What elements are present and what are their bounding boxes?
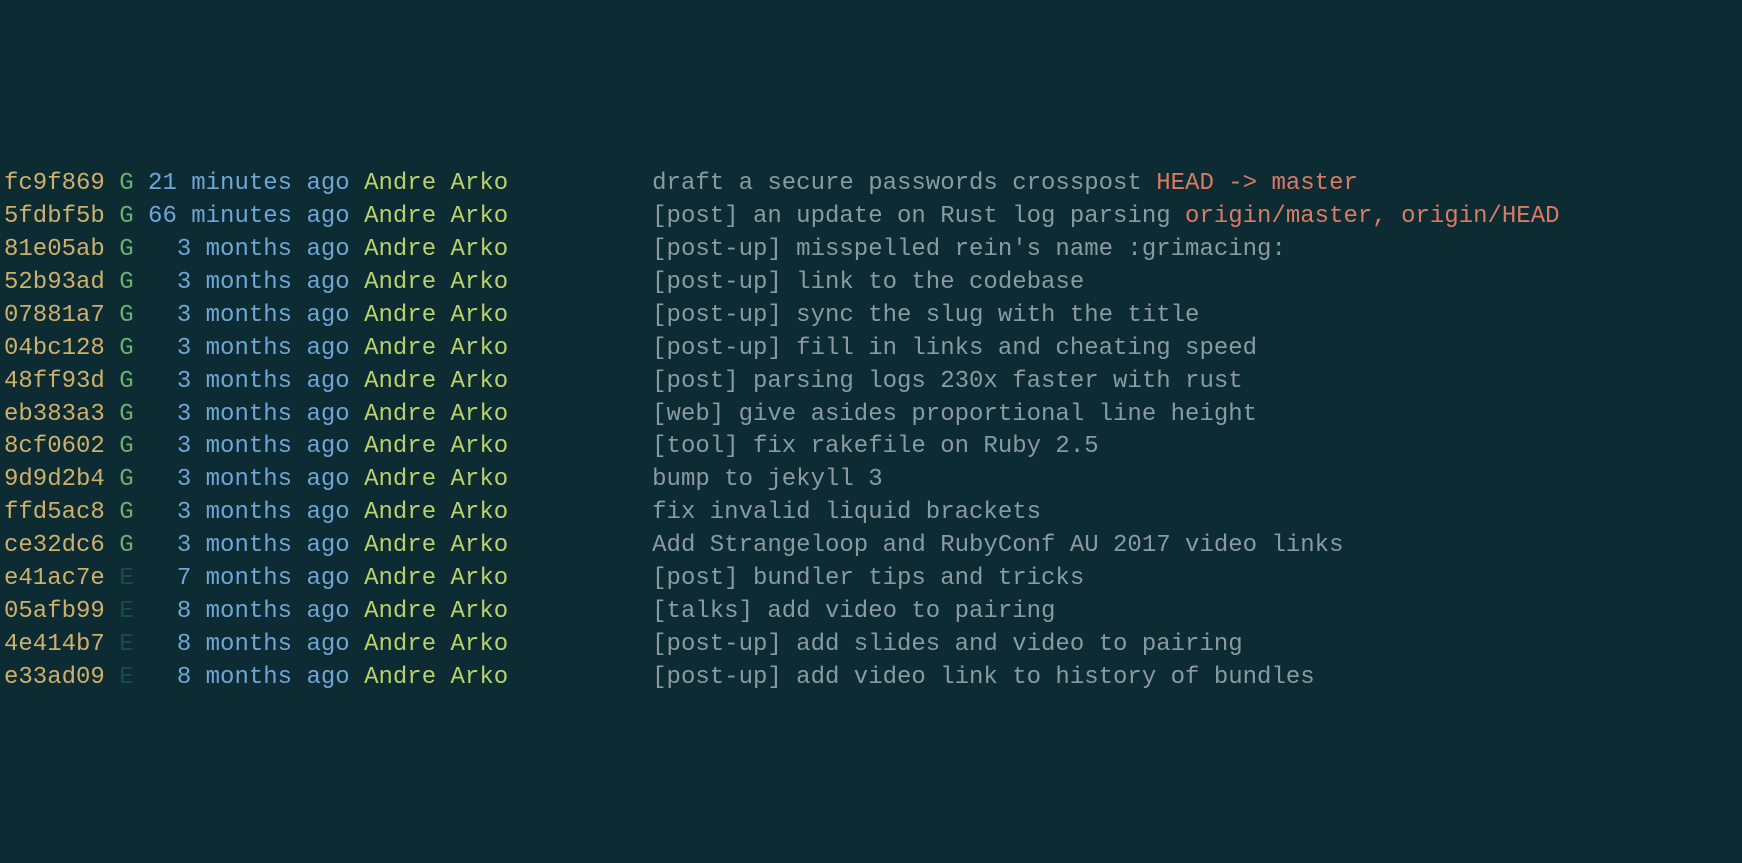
- commit-author: Andre Arko: [364, 170, 508, 197]
- commit-row: 52b93ad G 3 months ago Andre Arko [post-…: [4, 267, 1738, 300]
- commit-hash: ce32dc6: [4, 532, 105, 559]
- commit-message: bump to jekyll 3: [652, 466, 882, 493]
- commit-hash: 48ff93d: [4, 368, 105, 395]
- commit-sign: E: [119, 598, 133, 625]
- commit-time: 3 months ago: [148, 335, 350, 362]
- commit-message: [web] give asides proportional line heig…: [652, 401, 1257, 428]
- commit-row: 9d9d2b4 G 3 months ago Andre Arko bump t…: [4, 464, 1738, 497]
- commit-author: Andre Arko: [364, 631, 508, 658]
- commit-author: Andre Arko: [364, 401, 508, 428]
- commit-author: Andre Arko: [364, 466, 508, 493]
- commit-row: e33ad09 E 8 months ago Andre Arko [post-…: [4, 662, 1738, 695]
- commit-row: fc9f869 G 21 minutes ago Andre Arko draf…: [4, 168, 1738, 201]
- commit-time: 3 months ago: [148, 401, 350, 428]
- commit-row: 4e414b7 E 8 months ago Andre Arko [post-…: [4, 629, 1738, 662]
- commit-row: 5fdbf5b G 66 minutes ago Andre Arko [pos…: [4, 201, 1738, 234]
- commit-message: [post-up] link to the codebase: [652, 269, 1084, 296]
- commit-sign: G: [119, 302, 133, 329]
- commit-time: 8 months ago: [148, 598, 350, 625]
- commit-hash: eb383a3: [4, 401, 105, 428]
- commit-author: Andre Arko: [364, 565, 508, 592]
- commit-hash: 07881a7: [4, 302, 105, 329]
- commit-row: ffd5ac8 G 3 months ago Andre Arko fix in…: [4, 497, 1738, 530]
- commit-hash: 4e414b7: [4, 631, 105, 658]
- commit-sign: G: [119, 368, 133, 395]
- commit-sign: G: [119, 532, 133, 559]
- commit-hash: 05afb99: [4, 598, 105, 625]
- commit-hash: fc9f869: [4, 170, 105, 197]
- git-log: fc9f869 G 21 minutes ago Andre Arko draf…: [0, 164, 1742, 698]
- commit-row: 07881a7 G 3 months ago Andre Arko [post-…: [4, 300, 1738, 333]
- commit-hash: 52b93ad: [4, 269, 105, 296]
- commit-author: Andre Arko: [364, 499, 508, 526]
- commit-message: draft a secure passwords crosspost: [652, 170, 1156, 197]
- commit-author: Andre Arko: [364, 598, 508, 625]
- commit-sign: E: [119, 631, 133, 658]
- commit-sign: G: [119, 466, 133, 493]
- commit-message: [post] bundler tips and tricks: [652, 565, 1084, 592]
- commit-message: [post-up] sync the slug with the title: [652, 302, 1199, 329]
- commit-row: 04bc128 G 3 months ago Andre Arko [post-…: [4, 333, 1738, 366]
- commit-author: Andre Arko: [364, 433, 508, 460]
- commit-sign: G: [119, 401, 133, 428]
- ref-remote: origin/master, origin/HEAD: [1185, 203, 1559, 230]
- commit-row: ce32dc6 G 3 months ago Andre Arko Add St…: [4, 530, 1738, 563]
- commit-sign: G: [119, 433, 133, 460]
- commit-time: 3 months ago: [148, 302, 350, 329]
- commit-hash: 81e05ab: [4, 236, 105, 263]
- commit-time: 3 months ago: [148, 236, 350, 263]
- commit-hash: ffd5ac8: [4, 499, 105, 526]
- commit-time: 3 months ago: [148, 466, 350, 493]
- commit-hash: e33ad09: [4, 664, 105, 691]
- commit-message: [post] parsing logs 230x faster with rus…: [652, 368, 1243, 395]
- commit-sign: G: [119, 203, 133, 230]
- commit-time: 8 months ago: [148, 631, 350, 658]
- commit-row: e41ac7e E 7 months ago Andre Arko [post]…: [4, 563, 1738, 596]
- commit-row: 05afb99 E 8 months ago Andre Arko [talks…: [4, 596, 1738, 629]
- commit-row: 8cf0602 G 3 months ago Andre Arko [tool]…: [4, 431, 1738, 464]
- commit-sign: E: [119, 565, 133, 592]
- commit-time: 21 minutes ago: [148, 170, 350, 197]
- commit-sign: G: [119, 269, 133, 296]
- commit-row: 48ff93d G 3 months ago Andre Arko [post]…: [4, 366, 1738, 399]
- commit-message: [post-up] add video link to history of b…: [652, 664, 1315, 691]
- commit-hash: 8cf0602: [4, 433, 105, 460]
- commit-message: [post-up] misspelled rein's name :grimac…: [652, 236, 1286, 263]
- commit-author: Andre Arko: [364, 302, 508, 329]
- commit-hash: e41ac7e: [4, 565, 105, 592]
- commit-time: 3 months ago: [148, 499, 350, 526]
- commit-time: 66 minutes ago: [148, 203, 350, 230]
- commit-message: [post] an update on Rust log parsing: [652, 203, 1185, 230]
- commit-hash: 9d9d2b4: [4, 466, 105, 493]
- commit-hash: 04bc128: [4, 335, 105, 362]
- commit-author: Andre Arko: [364, 236, 508, 263]
- commit-message: [tool] fix rakefile on Ruby 2.5: [652, 433, 1098, 460]
- commit-message: [post-up] fill in links and cheating spe…: [652, 335, 1257, 362]
- commit-sign: G: [119, 236, 133, 263]
- commit-row: 81e05ab G 3 months ago Andre Arko [post-…: [4, 234, 1738, 267]
- commit-time: 3 months ago: [148, 433, 350, 460]
- commit-time: 8 months ago: [148, 664, 350, 691]
- commit-time: 7 months ago: [148, 565, 350, 592]
- commit-message: [talks] add video to pairing: [652, 598, 1055, 625]
- commit-author: Andre Arko: [364, 269, 508, 296]
- commit-sign: G: [119, 335, 133, 362]
- commit-hash: 5fdbf5b: [4, 203, 105, 230]
- commit-author: Andre Arko: [364, 532, 508, 559]
- commit-author: Andre Arko: [364, 203, 508, 230]
- commit-message: fix invalid liquid brackets: [652, 499, 1041, 526]
- commit-sign: G: [119, 499, 133, 526]
- commit-author: Andre Arko: [364, 664, 508, 691]
- commit-author: Andre Arko: [364, 335, 508, 362]
- commit-time: 3 months ago: [148, 269, 350, 296]
- commit-sign: E: [119, 664, 133, 691]
- commit-time: 3 months ago: [148, 368, 350, 395]
- commit-sign: G: [119, 170, 133, 197]
- commit-row: eb383a3 G 3 months ago Andre Arko [web] …: [4, 399, 1738, 432]
- commit-message: Add Strangeloop and RubyConf AU 2017 vid…: [652, 532, 1343, 559]
- ref-head: HEAD -> master: [1156, 170, 1358, 197]
- commit-time: 3 months ago: [148, 532, 350, 559]
- commit-message: [post-up] add slides and video to pairin…: [652, 631, 1243, 658]
- commit-author: Andre Arko: [364, 368, 508, 395]
